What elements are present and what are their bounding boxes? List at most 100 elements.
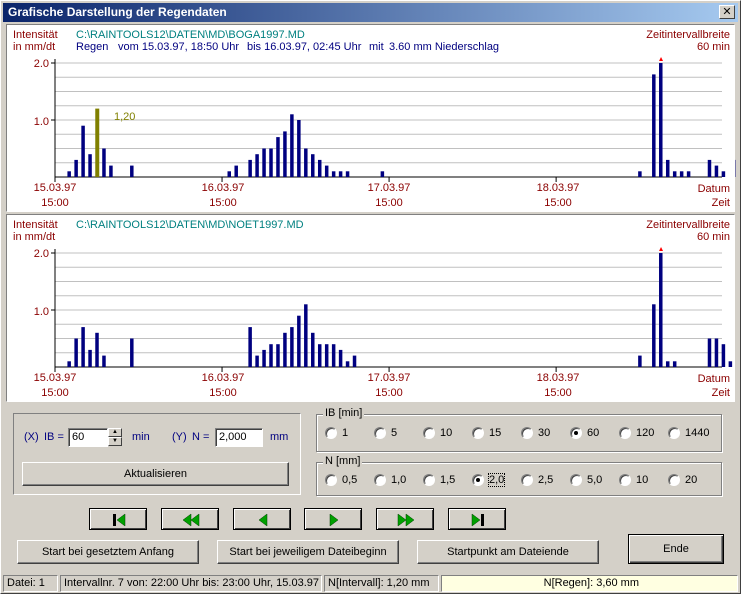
radio-button-icon[interactable] xyxy=(325,474,337,486)
n-radio-10[interactable]: 10 xyxy=(619,472,648,488)
start-set-button[interactable]: Start bei gesetztem Anfang xyxy=(17,540,199,564)
radio-button-icon[interactable] xyxy=(668,427,680,439)
chart1-bar xyxy=(290,114,294,177)
chart1-bar xyxy=(686,171,691,177)
chart1-xtick-4-time: 15:00 xyxy=(544,197,572,209)
radio-button-icon[interactable] xyxy=(619,474,631,486)
previous-icon[interactable] xyxy=(234,509,292,531)
refresh-button[interactable]: Aktualisieren xyxy=(22,462,289,486)
chart1-rain-from: vom 15.03.97, 18:50 Uhr xyxy=(118,41,240,53)
start-end-button[interactable]: Startpunkt am Dateiende xyxy=(417,540,599,564)
n-radio-label[interactable]: 20 xyxy=(685,474,697,486)
ib-radio-5[interactable]: 5 xyxy=(374,425,397,441)
ib-radio-1[interactable]: 1 xyxy=(325,425,348,441)
chart1-bar xyxy=(255,154,259,177)
ib-radio-1440[interactable]: 1440 xyxy=(668,425,709,441)
radio-button-icon[interactable] xyxy=(423,427,435,439)
ib-radio-label[interactable]: 10 xyxy=(440,427,452,439)
chart2-bar xyxy=(728,361,733,367)
radio-button-icon[interactable] xyxy=(472,474,484,486)
chart1-bar xyxy=(304,148,308,177)
n-radio-label[interactable]: 2,0 xyxy=(487,473,506,487)
n-input[interactable]: 2,000 xyxy=(215,428,263,447)
chart1-bar xyxy=(269,148,273,177)
first-icon[interactable] xyxy=(90,509,148,531)
radio-button-icon[interactable] xyxy=(472,427,484,439)
ib-radio-label[interactable]: 1 xyxy=(342,427,348,439)
ib-radio-15[interactable]: 15 xyxy=(472,425,501,441)
n-radio-20[interactable]: 20 xyxy=(668,472,697,488)
radio-button-icon[interactable] xyxy=(423,474,435,486)
n-radio-label[interactable]: 5,0 xyxy=(587,474,602,486)
ib-radio-label[interactable]: 120 xyxy=(636,427,654,439)
chart1-xtick-4: 18.03.97 15:00 xyxy=(528,181,588,211)
ib-spinner[interactable]: ▲ ▼ xyxy=(108,428,122,446)
spin-up-icon[interactable]: ▲ xyxy=(108,428,122,437)
ib-radio-60[interactable]: 60 xyxy=(570,425,599,441)
n-radio-1-5[interactable]: 1,5 xyxy=(423,472,455,488)
radio-button-icon[interactable] xyxy=(668,474,680,486)
radio-button-icon[interactable] xyxy=(325,427,337,439)
end-button[interactable]: Ende xyxy=(628,534,724,564)
n-radio-2-5[interactable]: 2,5 xyxy=(521,472,553,488)
nav-last-button[interactable] xyxy=(448,508,506,530)
chart2-bar xyxy=(297,315,301,367)
ib-radio-10[interactable]: 10 xyxy=(423,425,452,441)
n-radio-label[interactable]: 2,5 xyxy=(538,474,553,486)
n-radio-5-0[interactable]: 5,0 xyxy=(570,472,602,488)
parameter-panel: (X) IB = 60 ▲ ▼ min (Y) N = 2,000 mm Akt… xyxy=(13,413,301,495)
nav-next-button[interactable] xyxy=(304,508,362,530)
chart2-bar xyxy=(721,344,726,367)
chart1-rain-label: Regen xyxy=(76,41,109,53)
next-icon[interactable] xyxy=(305,509,363,531)
start-file-button[interactable]: Start bei jeweiligem Dateibeginn xyxy=(217,540,399,564)
chart2-xend-2: Zeit xyxy=(711,387,730,399)
radio-button-icon[interactable] xyxy=(521,474,533,486)
nav-previous-button[interactable] xyxy=(233,508,291,530)
chart1-bar xyxy=(130,165,134,177)
n-radio-2-0[interactable]: 2,0 xyxy=(472,472,506,488)
radio-button-icon[interactable] xyxy=(570,427,582,439)
chart2-xtick-1-time: 15:00 xyxy=(41,387,69,399)
n-radio-label[interactable]: 10 xyxy=(636,474,648,486)
last-icon[interactable] xyxy=(449,509,507,531)
chart1-overflow-marker xyxy=(659,57,664,61)
nav-fast-forward-button[interactable] xyxy=(376,508,434,530)
nav-first-button[interactable] xyxy=(89,508,147,530)
chart1-bar xyxy=(659,63,663,177)
ib-input[interactable]: 60 xyxy=(68,428,108,447)
radio-button-icon[interactable] xyxy=(619,427,631,439)
chart1-bar xyxy=(652,74,656,177)
ib-radio-label[interactable]: 60 xyxy=(587,427,599,439)
chart1-xend-2: Zeit xyxy=(711,197,730,209)
rewind-icon[interactable] xyxy=(162,509,220,531)
ib-radio-label[interactable]: 5 xyxy=(391,427,397,439)
n-radio-0-5[interactable]: 0,5 xyxy=(325,472,357,488)
window-title: Grafische Darstellung der Regendaten xyxy=(8,5,227,19)
chart1-ylabel-2: in mm/dt xyxy=(13,41,56,53)
radio-button-icon[interactable] xyxy=(570,474,582,486)
radio-button-icon[interactable] xyxy=(374,427,386,439)
ib-radio-label[interactable]: 15 xyxy=(489,427,501,439)
chart2-bar xyxy=(304,304,308,367)
chart1-bar xyxy=(679,171,684,177)
radio-button-icon[interactable] xyxy=(521,427,533,439)
close-button[interactable]: ✕ xyxy=(719,5,735,19)
nav-rewind-button[interactable] xyxy=(161,508,219,530)
ib-radio-120[interactable]: 120 xyxy=(619,425,654,441)
ib-radio-label[interactable]: 1440 xyxy=(685,427,709,439)
n-radio-label[interactable]: 1,0 xyxy=(391,474,406,486)
n-radio-label[interactable]: 1,5 xyxy=(440,474,455,486)
n-radio-label[interactable]: 0,5 xyxy=(342,474,357,486)
chart1-rain-mit: mit xyxy=(369,41,384,53)
ib-radio-label[interactable]: 30 xyxy=(538,427,550,439)
fast-forward-icon[interactable] xyxy=(377,509,435,531)
chart1-bar xyxy=(721,171,726,177)
radio-button-icon[interactable] xyxy=(374,474,386,486)
close-icon[interactable]: ✕ xyxy=(722,6,731,18)
n-radio-1-0[interactable]: 1,0 xyxy=(374,472,406,488)
ib-radio-30[interactable]: 30 xyxy=(521,425,550,441)
title-bar: Grafische Darstellung der Regendaten ✕ xyxy=(3,3,738,22)
ib-unit: min xyxy=(132,431,150,443)
spin-down-icon[interactable]: ▼ xyxy=(108,437,122,446)
